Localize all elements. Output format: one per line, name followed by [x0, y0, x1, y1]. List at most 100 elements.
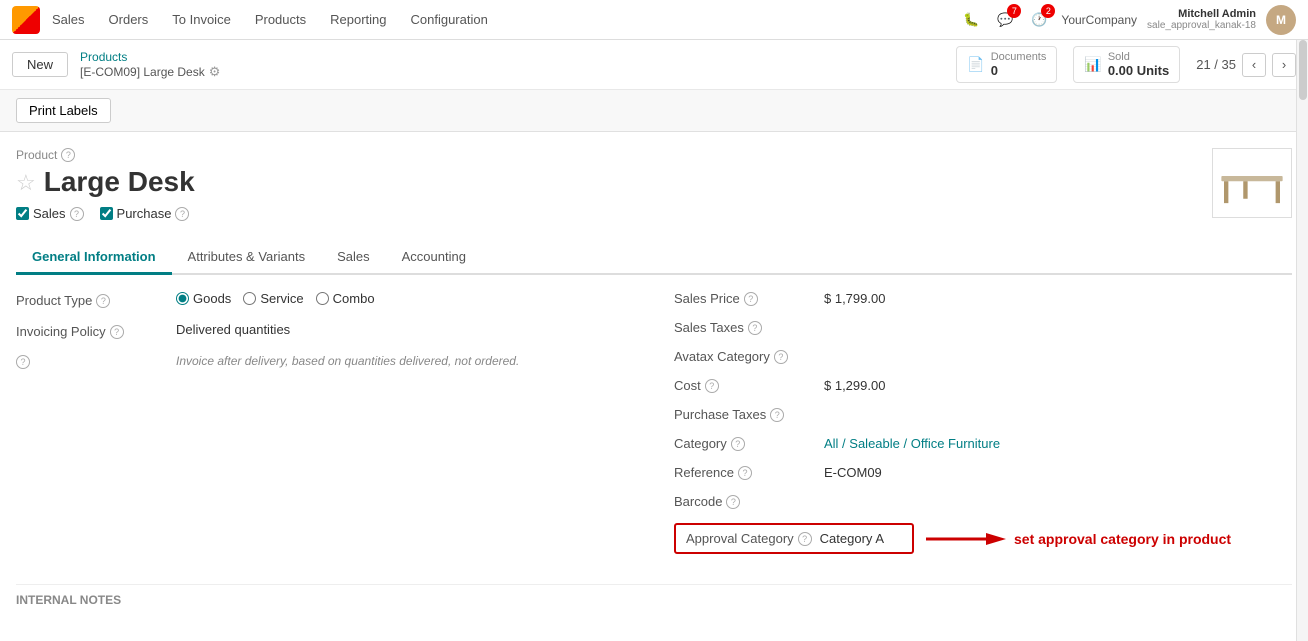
cost-label: Cost ?: [674, 378, 824, 393]
category-row: Category ? All / Saleable / Office Furni…: [674, 436, 1292, 451]
user-avatar[interactable]: M: [1266, 5, 1296, 35]
breadcrumb-products[interactable]: Products: [80, 50, 220, 64]
reference-row: Reference ? E-COM09: [674, 465, 1292, 480]
nav-reporting[interactable]: Reporting: [326, 0, 390, 40]
chat-icon-button[interactable]: 💬 7: [993, 8, 1017, 32]
nav-to-invoice[interactable]: To Invoice: [168, 0, 235, 40]
reference-label: Reference ?: [674, 465, 824, 480]
print-labels-button[interactable]: Print Labels: [16, 98, 111, 123]
invoicing-label: Invoicing Policy ?: [16, 322, 176, 339]
invoicing-note-row: ? Invoice after delivery, based on quant…: [16, 353, 634, 369]
pager-next-button[interactable]: ›: [1272, 53, 1296, 77]
invoicing-note-help: ?: [16, 353, 176, 369]
approval-annotation: set approval category in product: [926, 527, 1231, 551]
category-help-icon[interactable]: ?: [731, 437, 745, 451]
breadcrumb-current: [E-COM09] Large Desk ⚙: [80, 64, 220, 80]
bug-icon-button[interactable]: 🐛: [959, 8, 983, 32]
user-info: Mitchell Admin sale_approval_kanak-18: [1147, 8, 1256, 31]
barcode-help-icon[interactable]: ?: [726, 495, 740, 509]
product-tabs: General Information Attributes & Variant…: [16, 241, 1292, 275]
main-content: Product ? ☆ Large Desk Sales ? Purchase …: [0, 132, 1308, 623]
odoo-logo[interactable]: [12, 6, 40, 34]
favorite-icon[interactable]: ☆: [16, 172, 36, 194]
purchase-taxes-help-icon[interactable]: ?: [770, 408, 784, 422]
approval-category-label: Approval Category ?: [686, 531, 812, 546]
product-image: [1212, 148, 1292, 218]
activity-icon-button[interactable]: 🕐 2: [1027, 8, 1051, 32]
annotation-text: set approval category in product: [1014, 531, 1231, 547]
tab-sales[interactable]: Sales: [321, 241, 386, 275]
scroll-thumb[interactable]: [1299, 40, 1307, 100]
product-type-help-icon[interactable]: ?: [96, 294, 110, 308]
activity-badge: 2: [1041, 4, 1055, 18]
sales-price-value: $ 1,799.00: [824, 291, 885, 306]
approval-category-wrapper: Approval Category ? Category A set appro…: [674, 523, 1292, 554]
documents-button[interactable]: 📄 Documents 0: [956, 46, 1057, 83]
category-label: Category ?: [674, 436, 824, 451]
product-checkboxes: Sales ? Purchase ?: [16, 206, 1212, 221]
action-bar: New Products [E-COM09] Large Desk ⚙ 📄 Do…: [0, 40, 1308, 90]
cost-help-icon[interactable]: ?: [705, 379, 719, 393]
nav-configuration[interactable]: Configuration: [407, 0, 492, 40]
product-header: Product ? ☆ Large Desk Sales ? Purchase …: [16, 148, 1292, 233]
product-type-label: Product Type ?: [16, 291, 176, 308]
radio-service[interactable]: Service: [243, 291, 303, 306]
invoicing-note-value: Invoice after delivery, based on quantit…: [176, 353, 634, 368]
radio-combo[interactable]: Combo: [316, 291, 375, 306]
arrow-icon: [926, 527, 1006, 551]
sales-checkbox[interactable]: [16, 207, 29, 220]
tab-attributes-variants[interactable]: Attributes & Variants: [172, 241, 322, 275]
approval-category-value[interactable]: Category A: [820, 531, 884, 546]
reference-value: E-COM09: [824, 465, 882, 480]
radio-goods[interactable]: Goods: [176, 291, 231, 306]
top-navigation: Sales Orders To Invoice Products Reporti…: [0, 0, 1308, 40]
reference-help-icon[interactable]: ?: [738, 466, 752, 480]
sold-button[interactable]: 📊 Sold 0.00 Units: [1073, 46, 1180, 83]
product-type-row: Product Type ? Goods Service: [16, 291, 634, 308]
approval-category-help-icon[interactable]: ?: [798, 532, 812, 546]
product-type-value: Goods Service Combo: [176, 291, 634, 306]
company-name: YourCompany: [1061, 13, 1137, 27]
tab-content: Product Type ? Goods Service: [16, 291, 1292, 568]
pager-text: 21 / 35: [1196, 57, 1236, 72]
invoicing-extra-help-icon[interactable]: ?: [16, 355, 30, 369]
nav-orders[interactable]: Orders: [105, 0, 153, 40]
invoicing-policy-row: Invoicing Policy ? Delivered quantities: [16, 322, 634, 339]
nav-products[interactable]: Products: [251, 0, 310, 40]
sales-help-icon[interactable]: ?: [70, 207, 84, 221]
avatax-help-icon[interactable]: ?: [774, 350, 788, 364]
approval-category-box: Approval Category ? Category A: [674, 523, 914, 554]
sold-label: Sold: [1108, 51, 1169, 63]
sales-taxes-row: Sales Taxes ?: [674, 320, 1292, 335]
tab-general-information[interactable]: General Information: [16, 241, 172, 275]
purchase-checkbox-label[interactable]: Purchase ?: [100, 206, 190, 221]
purchase-checkbox[interactable]: [100, 207, 113, 220]
scrollbar[interactable]: [1296, 40, 1308, 641]
sales-label: Sales: [33, 206, 66, 221]
sales-price-row: Sales Price ? $ 1,799.00: [674, 291, 1292, 306]
product-name: Large Desk: [44, 166, 195, 198]
tab-accounting[interactable]: Accounting: [386, 241, 482, 275]
product-help-icon[interactable]: ?: [61, 148, 75, 162]
new-button[interactable]: New: [12, 52, 68, 77]
sales-price-help-icon[interactable]: ?: [744, 292, 758, 306]
cost-row: Cost ? $ 1,299.00: [674, 378, 1292, 393]
user-name: Mitchell Admin: [1178, 8, 1256, 20]
purchase-taxes-label: Purchase Taxes ?: [674, 407, 824, 422]
invoicing-value: Delivered quantities: [176, 322, 634, 337]
cost-value: $ 1,299.00: [824, 378, 885, 393]
internal-notes-label: INTERNAL NOTES: [16, 584, 1292, 607]
pager: 21 / 35 ‹ ›: [1196, 53, 1296, 77]
category-value[interactable]: All / Saleable / Office Furniture: [824, 436, 1000, 451]
gear-icon[interactable]: ⚙: [209, 64, 221, 80]
sales-price-label: Sales Price ?: [674, 291, 824, 306]
product-label: Product ?: [16, 148, 1212, 162]
pager-prev-button[interactable]: ‹: [1242, 53, 1266, 77]
print-labels-bar: Print Labels: [0, 90, 1308, 132]
sales-checkbox-label[interactable]: Sales ?: [16, 206, 84, 221]
purchase-help-icon[interactable]: ?: [175, 207, 189, 221]
nav-sales[interactable]: Sales: [48, 0, 89, 40]
sales-taxes-help-icon[interactable]: ?: [748, 321, 762, 335]
nav-menu: Sales Orders To Invoice Products Reporti…: [48, 0, 959, 40]
invoicing-help-icon[interactable]: ?: [110, 325, 124, 339]
